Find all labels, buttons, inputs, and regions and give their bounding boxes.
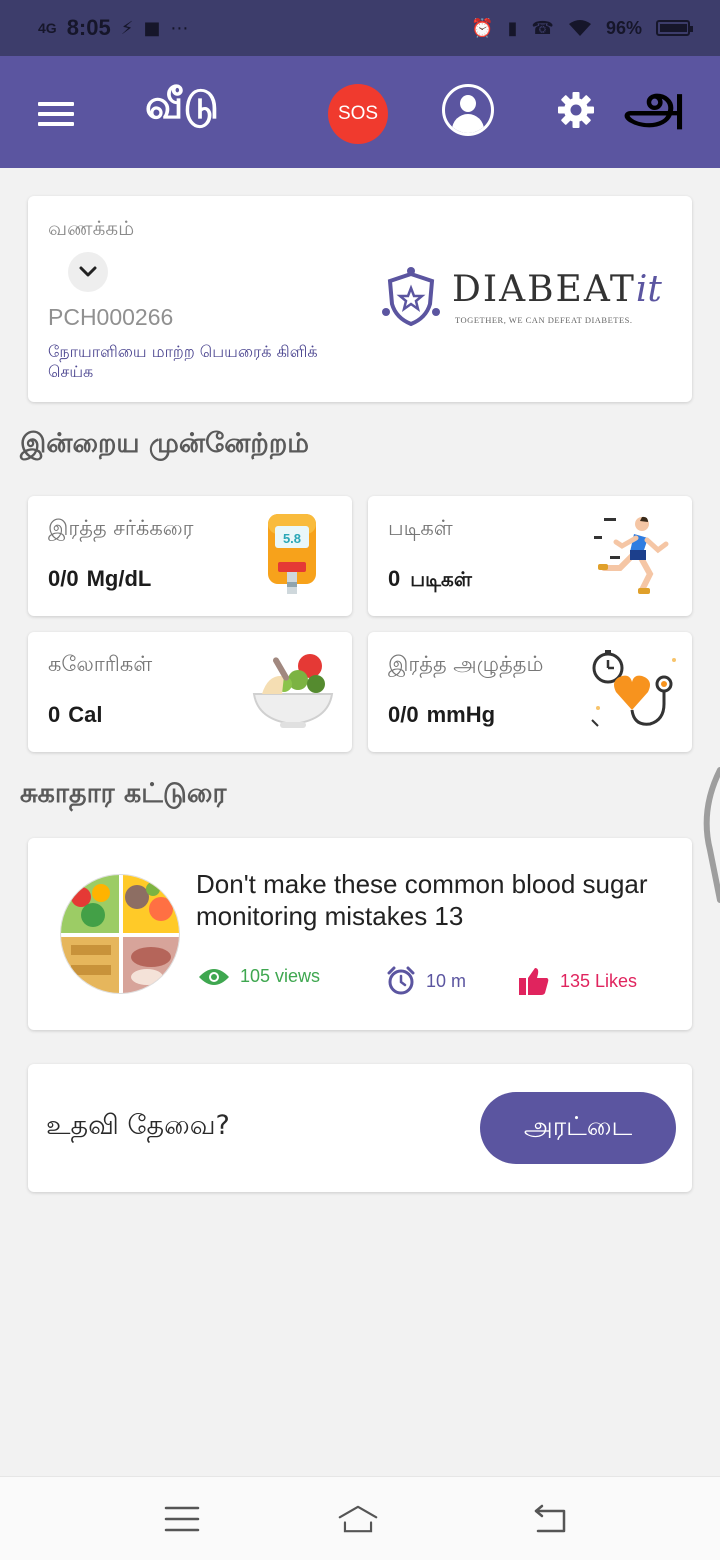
patient-dropdown-button[interactable] (68, 252, 108, 292)
calories-value: 0 Cal (48, 702, 103, 727)
read-time: 10 m (426, 970, 467, 991)
glucometer-icon: 5.8 (268, 514, 316, 594)
battery-icon (656, 20, 693, 36)
alarm-clock-icon (387, 966, 415, 995)
wifi-icon (568, 20, 591, 36)
salad-bowl-icon (252, 654, 334, 728)
diabeatit-logo: DIABEATit TOGETHER, WE CAN DEFEAT DIABET… (380, 266, 662, 330)
profile-icon[interactable] (442, 84, 494, 136)
brand-name: DIABEATit (452, 269, 662, 310)
blood-sugar-card[interactable]: இரத்த சர்க்கரை 0/0 Mg/dL 5.8 (28, 496, 352, 616)
calories-card[interactable]: கலோரிகள் 0 Cal (28, 632, 352, 752)
blood-pressure-value: 0/0 mmHg (388, 702, 496, 727)
chevron-down-icon (79, 266, 97, 277)
alarm-icon: ⏰ (471, 17, 494, 39)
help-card: உதவி தேவை? அரட்டை (28, 1064, 692, 1192)
back-button[interactable] (530, 1501, 570, 1537)
help-text: உதவி தேவை? (46, 1110, 230, 1141)
patient-id: PCH000266 (48, 304, 174, 330)
status-time: 8:05 (66, 15, 111, 40)
app-bar: வீடு SOS அ (0, 56, 720, 168)
video-icon: ■ (143, 17, 161, 39)
blood-pressure-label: இரத்த அழுத்தம் (388, 652, 544, 676)
steps-card[interactable]: படிகள் 0 படிகள் (368, 496, 692, 616)
glucometer-reading: 5.8 (283, 531, 301, 546)
menu-icon[interactable] (38, 102, 74, 126)
runner-icon (594, 516, 669, 594)
likes-count: 135 Likes (560, 970, 638, 991)
back-icon (534, 1504, 566, 1533)
blood-sugar-label: இரத்த சர்க்கரை (48, 516, 194, 540)
thumbs-up-icon (519, 968, 549, 995)
sos-button[interactable]: SOS (328, 84, 388, 144)
decorative-swirl (703, 767, 720, 903)
wifi-calling-icon: ☎ (531, 17, 554, 39)
brand-tagline: TOGETHER, WE CAN DEFEAT DIABETES. (455, 315, 633, 325)
progress-section-title: இன்றைய முன்னேற்றம் (20, 428, 309, 459)
recent-apps-button[interactable] (162, 1501, 202, 1537)
greeting-label: வணக்கம் (48, 216, 135, 240)
change-patient-link[interactable]: நோயாளியை மாற்ற பெயரைக் கிளிக் செய்க (48, 342, 338, 382)
views-count: 105 views (240, 966, 321, 986)
gear-icon[interactable] (556, 90, 596, 130)
articles-section-title: சுகாதார கட்டுரை (20, 778, 227, 809)
blood-pressure-card[interactable]: இரத்த அழுத்தம் 0/0 mmHg (368, 632, 692, 752)
article-likes[interactable]: 135 Likes (518, 966, 637, 996)
greeting-card: வணக்கம் PCH000266 நோயாளியை மாற்ற பெயரைக்… (28, 196, 692, 402)
steps-value: 0 படிகள் (388, 566, 472, 591)
heart-stethoscope-icon (591, 650, 676, 727)
menu-lines-icon (164, 1506, 200, 1532)
language-button[interactable]: அ (624, 76, 686, 132)
vibrate-icon: ▮ (507, 17, 518, 39)
status-bar: 4G 8:05 ⚡ ■ ⋯ ⏰ ▮ ☎ 96% (0, 0, 720, 56)
steps-label: படிகள் (388, 516, 453, 540)
page-title: வீடு (145, 82, 219, 128)
home-icon (338, 1505, 378, 1533)
calories-label: கலோரிகள் (48, 652, 153, 676)
blood-sugar-value: 0/0 Mg/dL (48, 566, 152, 591)
system-nav-bar (0, 1476, 720, 1560)
eye-icon (199, 968, 229, 985)
article-title[interactable]: Don't make these common blood sugar moni… (196, 868, 656, 932)
article-read-time: 10 m (386, 966, 466, 996)
shield-star-icon (382, 267, 440, 327)
more-dots-icon: ⋯ (170, 17, 189, 39)
article-thumbnail (60, 874, 180, 994)
article-card[interactable]: Don't make these common blood sugar moni… (28, 838, 692, 1030)
article-views: 105 views (198, 966, 320, 987)
battery-percent: 96% (605, 17, 642, 38)
usb-icon: ⚡ (120, 17, 134, 39)
home-button[interactable] (338, 1501, 378, 1537)
signal-icon: 4G (38, 20, 57, 36)
chat-button[interactable]: அரட்டை (480, 1092, 676, 1164)
